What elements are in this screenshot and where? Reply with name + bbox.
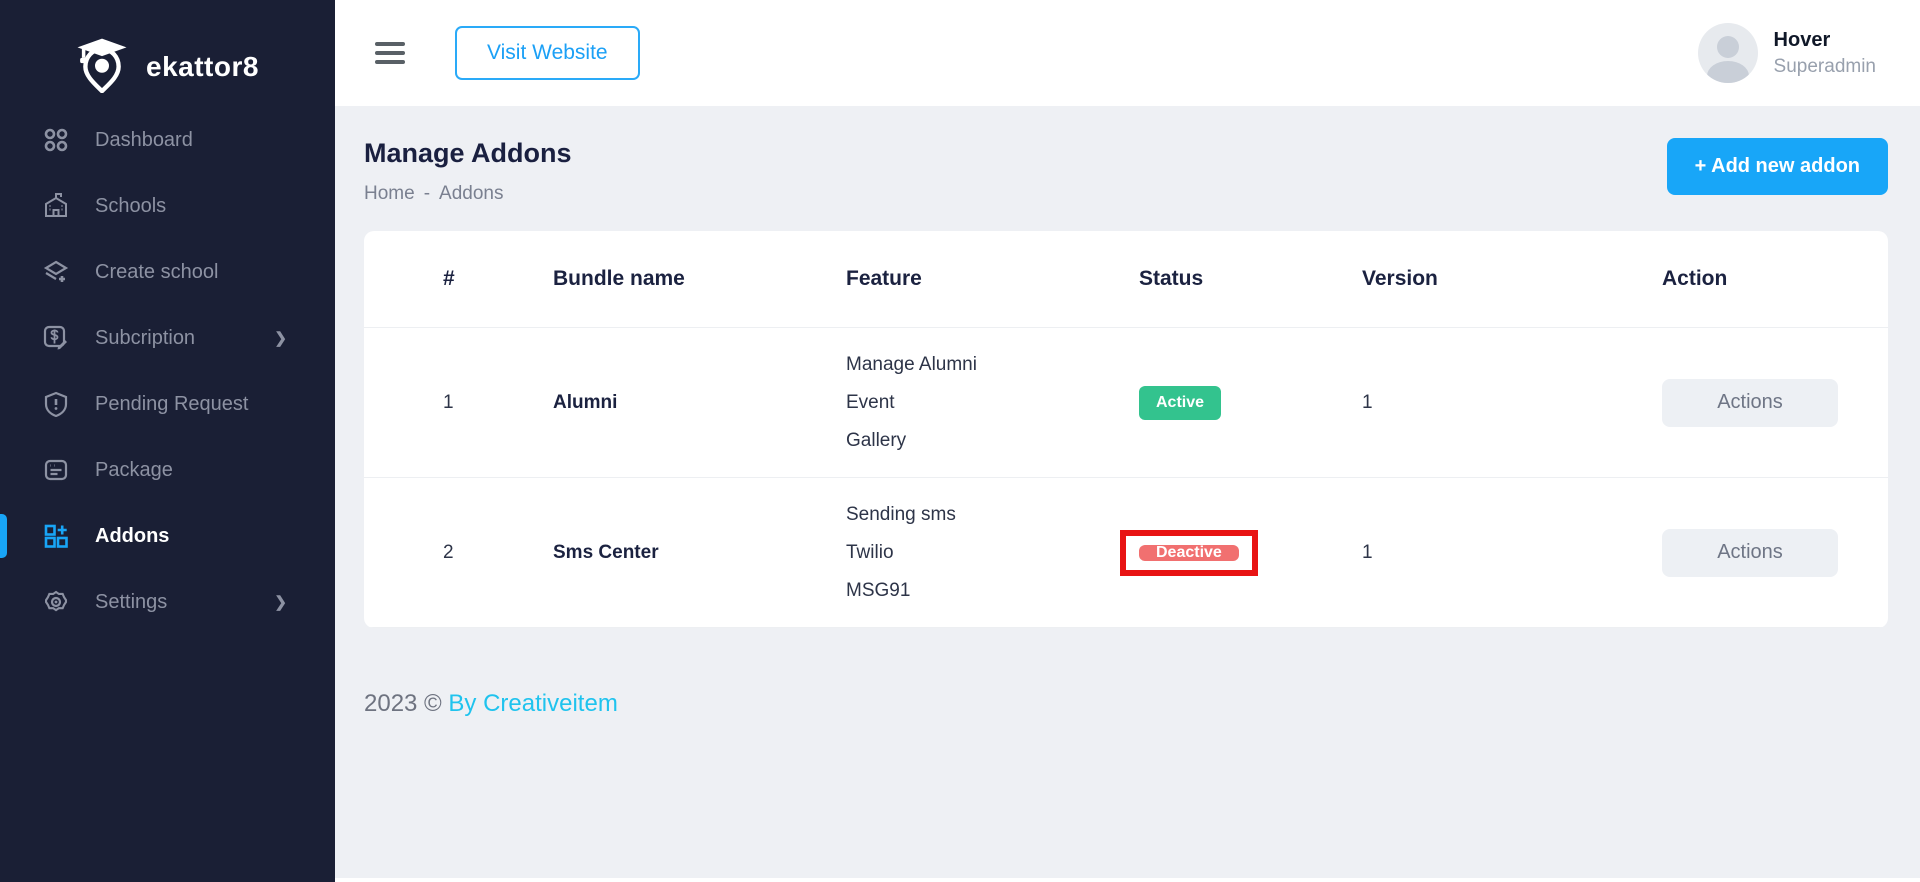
user-role: Superadmin xyxy=(1774,56,1876,78)
version-cell: 1 xyxy=(1362,542,1662,564)
table-header-row: # Bundle name Feature Status Version Act… xyxy=(364,231,1888,328)
breadcrumb-home[interactable]: Home xyxy=(364,183,415,205)
column-header-feature: Feature xyxy=(846,267,1139,291)
sidebar-item-create-school[interactable]: Create school xyxy=(0,239,335,305)
grid-plus-icon xyxy=(43,523,69,549)
feature-item: Twilio xyxy=(846,534,1139,572)
avatar[interactable] xyxy=(1698,23,1758,83)
ekattor8-logo-icon xyxy=(74,35,130,98)
action-cell: Actions xyxy=(1662,379,1853,427)
column-header-action: Action xyxy=(1662,267,1853,291)
bottom-strip xyxy=(335,878,1920,882)
gear-icon xyxy=(43,589,69,615)
breadcrumb-current: Addons xyxy=(439,183,503,205)
topbar: Visit Website Hover Superadmin xyxy=(335,0,1920,106)
footer-copyright: 2023 © By Creativeitem xyxy=(364,690,1888,718)
status-cell: Active xyxy=(1139,386,1362,420)
status-cell: Deactive xyxy=(1139,530,1362,576)
feature-item: Manage Alumni xyxy=(846,346,1139,384)
addons-table-card: # Bundle name Feature Status Version Act… xyxy=(364,231,1888,628)
shield-alert-icon xyxy=(43,391,69,417)
content-area: Manage Addons Home - Addons + Add new ad… xyxy=(335,106,1920,882)
feature-item: MSG91 xyxy=(846,572,1139,610)
dashboard-icon xyxy=(43,127,69,153)
brand[interactable]: ekattor8 xyxy=(0,0,335,107)
sidebar-item-label: Settings xyxy=(95,591,167,614)
version-cell: 1 xyxy=(1362,392,1662,414)
window-list-icon xyxy=(43,457,69,483)
row-number: 2 xyxy=(443,542,553,564)
table-row: 1 Alumni Manage Alumni Event Gallery Act… xyxy=(364,328,1888,478)
visit-website-button[interactable]: Visit Website xyxy=(455,26,640,80)
sidebar-item-subcription[interactable]: Subcription ❯ xyxy=(0,305,335,371)
feature-item: Gallery xyxy=(846,422,1139,460)
sidebar-item-label: Schools xyxy=(95,195,166,218)
chevron-right-icon: ❯ xyxy=(274,329,287,347)
layers-plus-icon xyxy=(43,259,69,285)
feature-list: Sending sms Twilio MSG91 xyxy=(846,496,1139,610)
brand-name: ekattor8 xyxy=(146,51,259,83)
bundle-name: Sms Center xyxy=(553,542,846,564)
sidebar: ekattor8 Dashboard Schools xyxy=(0,0,335,882)
sidebar-item-label: Dashboard xyxy=(95,129,193,152)
sidebar-item-dashboard[interactable]: Dashboard xyxy=(0,107,335,173)
action-cell: Actions xyxy=(1662,529,1853,577)
add-new-addon-button[interactable]: + Add new addon xyxy=(1667,138,1888,195)
footer-year: 2023 © xyxy=(364,690,442,717)
chevron-right-icon: ❯ xyxy=(274,593,287,611)
breadcrumb-separator: - xyxy=(424,183,430,205)
sidebar-item-addons[interactable]: Addons xyxy=(0,503,335,569)
footer-credit-link[interactable]: By Creativeitem xyxy=(448,690,617,717)
sidebar-item-label: Addons xyxy=(95,525,169,548)
sidebar-item-pending-request[interactable]: Pending Request xyxy=(0,371,335,437)
feature-item: Sending sms xyxy=(846,496,1139,534)
page-title: Manage Addons xyxy=(364,138,572,169)
sidebar-item-settings[interactable]: Settings ❯ xyxy=(0,569,335,635)
table-row: 2 Sms Center Sending sms Twilio MSG91 De… xyxy=(364,478,1888,628)
sidebar-item-label: Subcription xyxy=(95,327,195,350)
sidebar-item-label: Pending Request xyxy=(95,393,248,416)
hamburger-menu-icon[interactable] xyxy=(375,37,405,69)
bundle-name: Alumni xyxy=(553,392,846,414)
column-header-bundle-name: Bundle name xyxy=(553,267,846,291)
user-menu[interactable]: Hover Superadmin xyxy=(1698,23,1876,83)
sidebar-item-label: Package xyxy=(95,459,173,482)
status-badge-deactive: Deactive xyxy=(1139,545,1239,561)
sidebar-item-label: Create school xyxy=(95,261,218,284)
breadcrumb: Home - Addons xyxy=(364,183,572,205)
actions-button[interactable]: Actions xyxy=(1662,379,1838,427)
column-header-version: Version xyxy=(1362,267,1662,291)
user-name: Hover xyxy=(1774,29,1876,52)
sidebar-item-package[interactable]: Package xyxy=(0,437,335,503)
dollar-edit-icon xyxy=(43,325,69,351)
red-highlight-annotation: Deactive xyxy=(1120,530,1258,576)
column-header-number: # xyxy=(443,267,553,291)
row-number: 1 xyxy=(443,392,553,414)
feature-item: Event xyxy=(846,384,1139,422)
feature-list: Manage Alumni Event Gallery xyxy=(846,346,1139,460)
active-indicator-bar xyxy=(0,514,7,558)
school-building-icon xyxy=(43,193,69,219)
status-badge-active: Active xyxy=(1139,386,1221,420)
column-header-status: Status xyxy=(1139,267,1362,291)
actions-button[interactable]: Actions xyxy=(1662,529,1838,577)
sidebar-item-schools[interactable]: Schools xyxy=(0,173,335,239)
sidebar-nav: Dashboard Schools Create xyxy=(0,107,335,635)
